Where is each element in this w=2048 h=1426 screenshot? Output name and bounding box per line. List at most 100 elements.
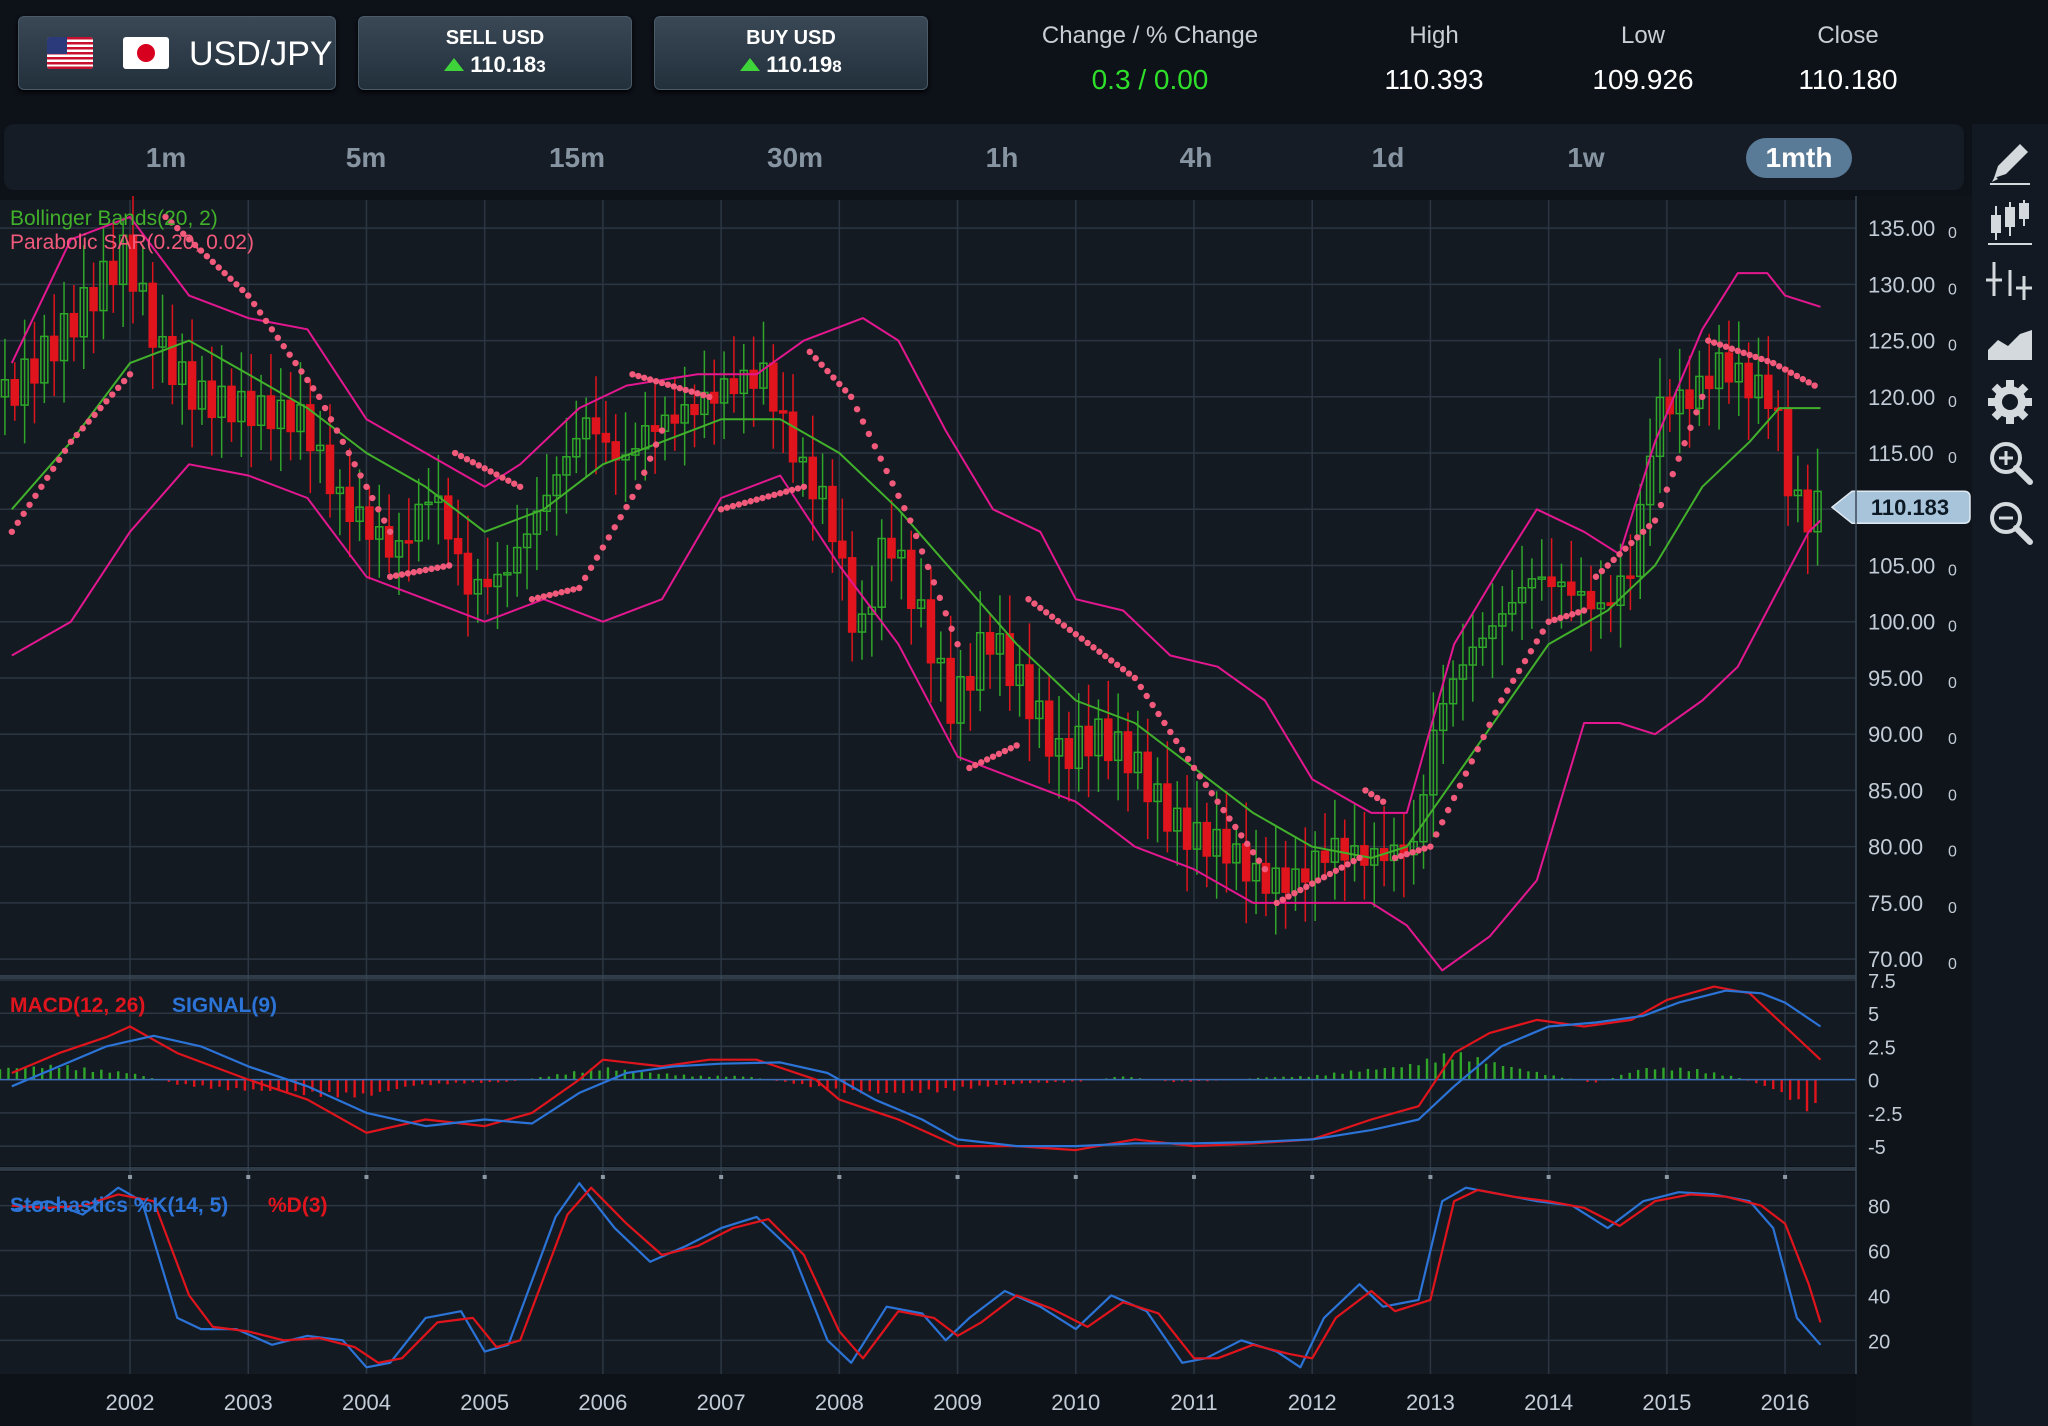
timeframe-30m[interactable]: 30m <box>740 138 850 178</box>
sar-dot <box>1444 806 1452 814</box>
sar-dot <box>1173 737 1180 745</box>
sar-dot <box>1167 728 1174 736</box>
sar-dot <box>664 381 672 388</box>
sar-dot <box>564 587 571 595</box>
y-tick-label: 120.00 <box>1868 385 1935 410</box>
sar-dot <box>1060 622 1068 629</box>
candle-body <box>808 456 817 500</box>
sar-dot <box>652 378 660 385</box>
sar-dot <box>487 468 494 475</box>
candle-body <box>926 599 936 664</box>
candlestick-icon[interactable] <box>1984 196 2036 248</box>
sar-dot <box>1675 455 1682 462</box>
sar-dot <box>747 498 754 505</box>
sar-dot <box>1539 628 1546 635</box>
chart-area[interactable]: 2002 2003 2004 2005 2006 2007 2008 2009 2010 2011… <box>0 196 1972 1426</box>
sar-dot <box>1078 635 1085 642</box>
sar-dot <box>1143 692 1150 700</box>
candle-body <box>10 379 20 406</box>
timeframe-1d[interactable]: 1d <box>1338 138 1438 178</box>
sar-dot <box>109 391 116 398</box>
pane-bg-1 <box>0 980 1856 1166</box>
sar-dot <box>806 348 813 356</box>
sar-dot <box>1811 382 1818 389</box>
x-tick-label: 2014 <box>1524 1390 1573 1415</box>
macd-legend: MACD(12, 26) <box>10 994 145 1017</box>
currency-pair-selector[interactable]: USD/JPY <box>18 16 336 90</box>
candle-body <box>591 417 601 435</box>
sar-dot <box>723 504 731 511</box>
separator-dot <box>1073 1175 1078 1179</box>
sar-dot <box>1427 843 1434 850</box>
timeframe-4h[interactable]: 4h <box>1146 138 1246 178</box>
sar-dot <box>1551 616 1558 624</box>
sar-dot <box>1279 896 1286 903</box>
timeframe-1h[interactable]: 1h <box>952 138 1052 178</box>
sar-dot <box>599 544 607 551</box>
y-tick-label: 85.00 <box>1868 778 1923 803</box>
sar-dot <box>889 480 896 487</box>
crosshair-icon[interactable] <box>1984 256 2036 308</box>
sar-dot <box>26 501 33 508</box>
zoom-in-icon[interactable] <box>1984 436 2036 488</box>
candle-body <box>1724 352 1734 383</box>
sar-dot <box>534 594 542 602</box>
sar-dot <box>298 368 305 375</box>
sar-dot <box>493 471 500 478</box>
sar-dot <box>1232 823 1239 831</box>
timeframe-15m[interactable]: 15m <box>522 138 632 178</box>
sar-dot <box>859 418 867 425</box>
sar-dot <box>120 377 128 385</box>
sar-dot <box>1787 369 1795 376</box>
candle-body <box>1744 362 1753 399</box>
us-flag-icon <box>47 37 93 69</box>
sar-dot <box>1273 899 1280 907</box>
sar-dot <box>1492 709 1499 716</box>
zoom-out-icon[interactable] <box>1984 496 2036 548</box>
timeframe-1w[interactable]: 1w <box>1536 138 1636 178</box>
sar-dot <box>1362 787 1369 794</box>
separator-dot <box>1546 1175 1551 1179</box>
candle-body <box>847 557 857 633</box>
sar-dot <box>1740 349 1747 357</box>
sar-dot <box>1764 357 1771 365</box>
sar-dot <box>245 292 252 299</box>
sar-dot <box>1326 870 1334 878</box>
sar-dot <box>1574 609 1582 616</box>
sar-dot <box>463 455 471 463</box>
buy-usd-button[interactable]: BUY USD 110.198 <box>654 16 928 90</box>
sar-dot <box>79 425 86 432</box>
sar-dot <box>741 499 748 507</box>
x-tick-label: 2012 <box>1288 1390 1337 1415</box>
x-tick-label: 2013 <box>1406 1390 1455 1415</box>
area-chart-icon[interactable] <box>1984 316 2036 368</box>
timeframe-1mth[interactable]: 1mth <box>1746 138 1852 178</box>
sar-dot <box>1297 886 1304 894</box>
x-tick-label: 2006 <box>578 1390 627 1415</box>
separator-dot <box>1310 1175 1315 1179</box>
sar-dot <box>983 756 991 763</box>
candle-body <box>463 552 473 595</box>
sell-usd-button[interactable]: SELL USD 110.183 <box>358 16 632 90</box>
timeframe-1m[interactable]: 1m <box>116 138 216 178</box>
sar-dot <box>256 309 264 316</box>
candle-body <box>483 578 492 588</box>
sar-dot <box>1693 409 1700 416</box>
candle-body <box>1143 751 1152 803</box>
sar-dot <box>1072 631 1079 638</box>
sar-dot <box>1468 758 1475 765</box>
candle-body <box>838 540 847 559</box>
sar-dot <box>1770 359 1777 367</box>
candle-body <box>227 385 236 423</box>
sar-dot <box>1291 890 1298 897</box>
sar-dot <box>676 384 683 392</box>
gear-icon[interactable] <box>1984 376 2036 428</box>
sar-dot <box>629 493 636 501</box>
pencil-icon[interactable] <box>1984 136 2036 188</box>
timeframe-5m[interactable]: 5m <box>316 138 416 178</box>
sar-dot <box>1592 573 1600 580</box>
sar-dot <box>1657 501 1665 509</box>
timeframe-bar: 1m 5m 15m 30m 1h 4h 1d 1w 1mth <box>4 124 1964 190</box>
sar-dot <box>315 393 323 401</box>
candle-body <box>1104 718 1113 762</box>
